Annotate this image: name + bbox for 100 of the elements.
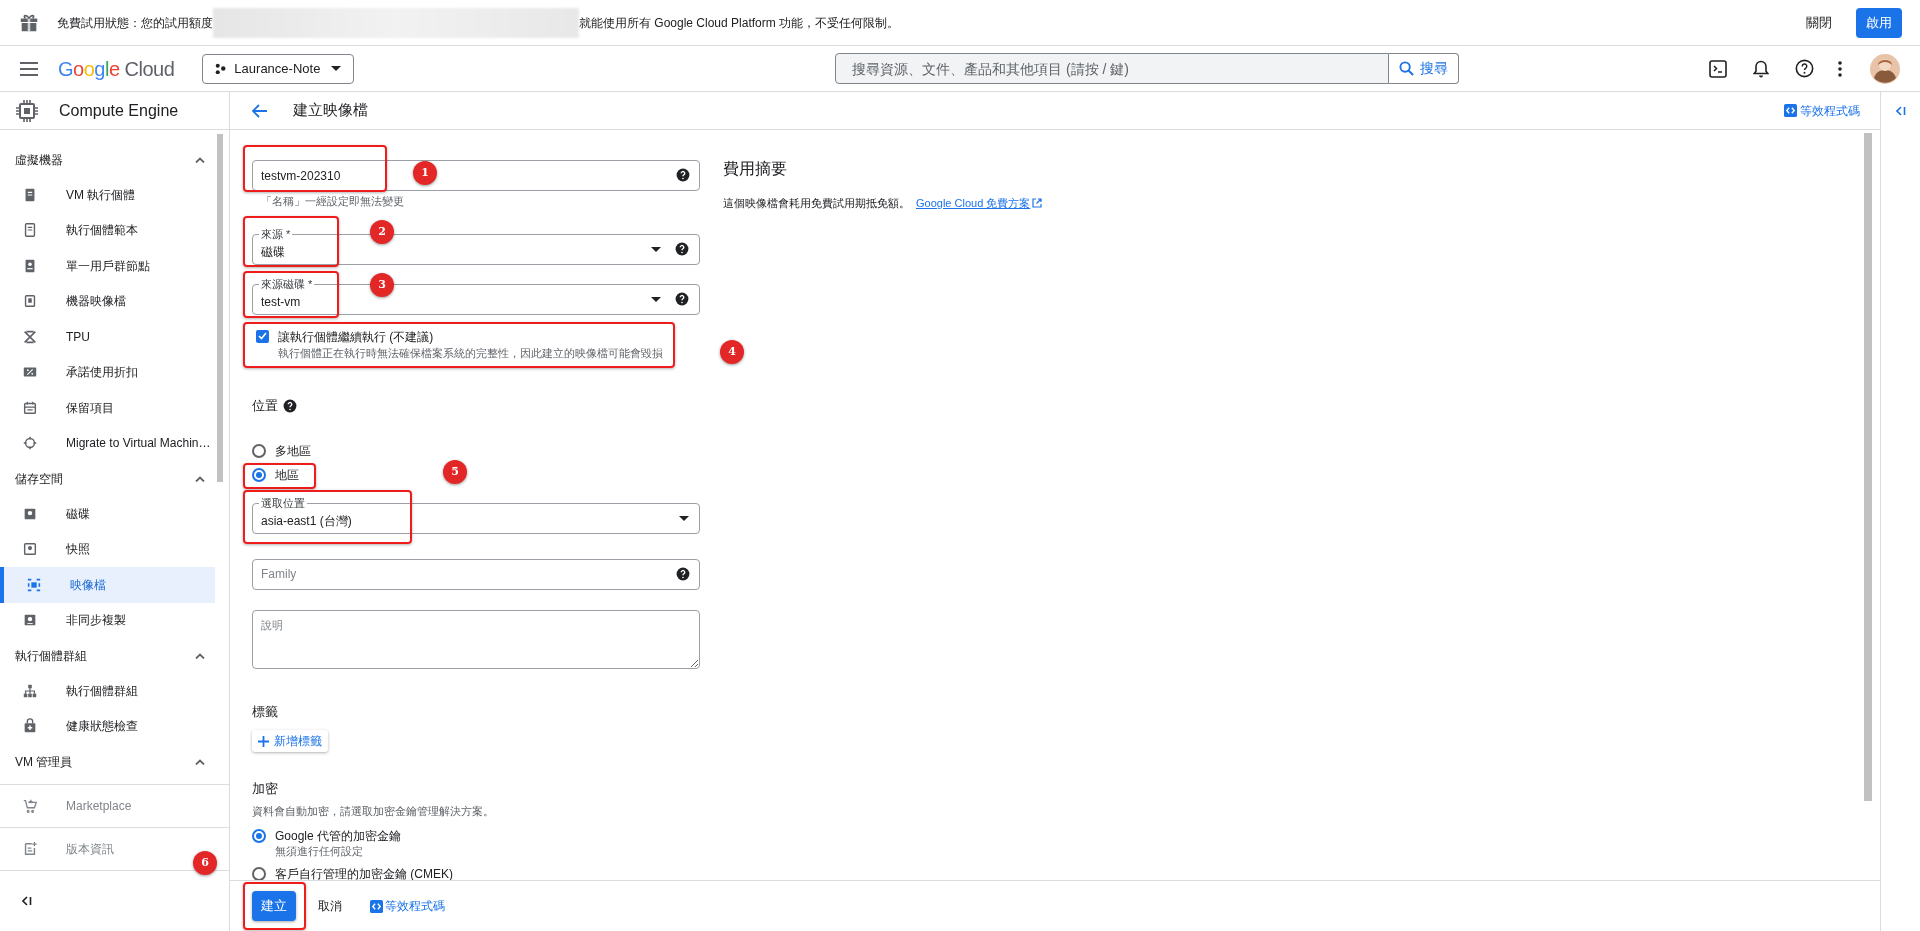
nav-item[interactable]: 健康狀態檢查	[0, 708, 215, 744]
search-icon	[1399, 61, 1414, 76]
google-cloud-logo[interactable]: Google Cloud	[58, 53, 175, 84]
nav-item[interactable]: 單一用戶群節點	[0, 248, 215, 284]
back-arrow-icon[interactable]	[252, 103, 268, 118]
nav-icon	[22, 222, 38, 239]
help-icon[interactable]	[1795, 59, 1814, 78]
section-description: 資料會自動加密，請選取加密金鑰管理解決方案。	[252, 803, 495, 819]
help-icon[interactable]	[676, 566, 690, 581]
notifications-icon[interactable]	[1753, 59, 1769, 78]
nav-icon	[26, 576, 42, 593]
nav-item[interactable]: 保留項目	[0, 390, 215, 426]
help-icon[interactable]	[675, 292, 689, 306]
step-marker: 5	[443, 460, 467, 484]
nav-item[interactable]: 承諾使用折扣	[0, 354, 215, 390]
collapse-menu-icon[interactable]	[22, 896, 32, 906]
equivalent-code-link[interactable]: 等效程式碼	[370, 897, 445, 915]
nav-item[interactable]: Migrate to Virtual Machin…	[0, 425, 215, 461]
search-field[interactable]: 搜尋資源、文件、產品和其他項目 (請按 / 鍵)	[835, 53, 1389, 84]
nav-item[interactable]: 映像檔	[0, 567, 215, 603]
section-title: 加密	[252, 780, 279, 799]
radio-button[interactable]	[252, 829, 266, 844]
nav-item[interactable]: TPU	[0, 319, 215, 355]
collapse-chevron-icon[interactable]	[195, 475, 205, 482]
help-icon[interactable]	[675, 242, 689, 256]
banner-message: 就能使用所有 Google Cloud Platform 功能，不受任何限制。	[579, 14, 900, 32]
collapse-chevron-icon[interactable]	[195, 652, 205, 659]
family-field[interactable]: Family	[252, 558, 700, 590]
more-options-icon[interactable]	[1838, 60, 1842, 77]
menu-icon[interactable]	[20, 61, 38, 76]
nav-icon	[22, 435, 38, 452]
activate-button[interactable]: 啟用	[1856, 7, 1902, 38]
add-label-button[interactable]: 新增標籤	[252, 730, 328, 753]
nav-item[interactable]: 快照	[0, 531, 215, 567]
description-field[interactable]: 說明	[252, 609, 700, 669]
dropdown-caret-icon	[651, 246, 661, 252]
radio-button[interactable]	[252, 467, 266, 482]
nav-item[interactable]: 機器映像檔	[0, 283, 215, 319]
section-header[interactable]: VM 管理員	[15, 752, 195, 771]
radio-label[interactable]: Google 代管的加密金鑰	[275, 828, 402, 845]
step-marker: 4	[720, 340, 744, 364]
dismiss-button[interactable]: 關閉	[1796, 7, 1842, 38]
radio-label[interactable]: 地區	[275, 466, 299, 483]
search-button[interactable]: 搜尋	[1389, 53, 1459, 84]
dropdown-caret-icon	[679, 515, 689, 521]
nav-icon	[22, 798, 38, 814]
nav-icon	[22, 399, 38, 416]
help-icon[interactable]	[676, 168, 690, 182]
scrollbar[interactable]	[1864, 133, 1872, 801]
scrollbar[interactable]	[217, 134, 223, 482]
radio-description: 無須進行任何設定	[275, 844, 364, 859]
expand-panel-icon[interactable]	[1895, 106, 1906, 116]
checkbox-description: 執行個體正在執行時無法確保檔案系統的完整性，因此建立的映像檔可能會毀損	[278, 345, 663, 361]
nav-icon	[22, 541, 38, 558]
check-icon	[258, 332, 267, 340]
dropdown-caret-icon	[651, 296, 661, 302]
nav-item[interactable]: 執行個體群組	[0, 673, 215, 709]
step-marker: 2	[370, 220, 394, 244]
external-link-icon	[1032, 198, 1043, 209]
nav-item[interactable]: VM 執行個體	[0, 177, 215, 213]
nav-icon	[22, 328, 38, 345]
step-marker: 1	[413, 161, 437, 185]
nav-item[interactable]: Marketplace	[66, 797, 132, 815]
nav-icon	[22, 841, 38, 857]
project-picker[interactable]: Laurance-Note	[202, 53, 355, 84]
step-marker: 6	[193, 851, 217, 875]
terminal-icon[interactable]	[1709, 59, 1727, 78]
checkbox[interactable]	[256, 329, 269, 343]
nav-icon	[22, 718, 38, 735]
radio-label[interactable]: 多地區	[275, 442, 311, 459]
nav-item[interactable]: 磁碟	[0, 496, 215, 532]
summary-title: 費用摘要	[723, 159, 788, 179]
nav-item[interactable]: 非同步複製	[0, 602, 215, 638]
highlight-frame	[243, 882, 306, 930]
nav-icon	[22, 682, 38, 699]
nav-item[interactable]: 版本資訊	[66, 840, 114, 858]
avatar[interactable]	[1870, 53, 1900, 84]
collapse-chevron-icon[interactable]	[195, 156, 205, 163]
help-icon[interactable]	[283, 399, 297, 413]
code-icon	[1784, 104, 1797, 117]
section-header[interactable]: 儲存空間	[15, 469, 195, 488]
step-marker: 3	[370, 273, 394, 297]
section-header[interactable]: 虛擬機器	[15, 150, 195, 169]
cancel-button[interactable]: 取消	[310, 891, 350, 921]
nav-item[interactable]: 執行個體範本	[0, 212, 215, 248]
chip-icon	[15, 98, 39, 123]
page-title: 建立映像檔	[293, 100, 368, 121]
radio-button[interactable]	[252, 443, 266, 458]
plus-icon	[258, 735, 269, 747]
checkbox-label[interactable]: 讓執行個體繼續執行 (不建議)	[278, 327, 663, 346]
dropdown-caret-icon	[331, 66, 342, 71]
create-button[interactable]: 建立	[252, 891, 296, 921]
product-title: Compute Engine	[59, 100, 179, 121]
project-icon	[215, 63, 227, 74]
collapse-chevron-icon[interactable]	[195, 758, 205, 765]
section-header[interactable]: 執行個體群組	[15, 646, 195, 665]
banner-message: 免費試用狀態：您的試用額度	[57, 14, 213, 32]
radio-label[interactable]: 客戶自行管理的加密金鑰 (CMEK)	[275, 866, 453, 880]
equivalent-code-link[interactable]: 等效程式碼	[1784, 101, 1860, 120]
free-tier-link[interactable]: Google Cloud 免費方案	[916, 195, 1031, 212]
